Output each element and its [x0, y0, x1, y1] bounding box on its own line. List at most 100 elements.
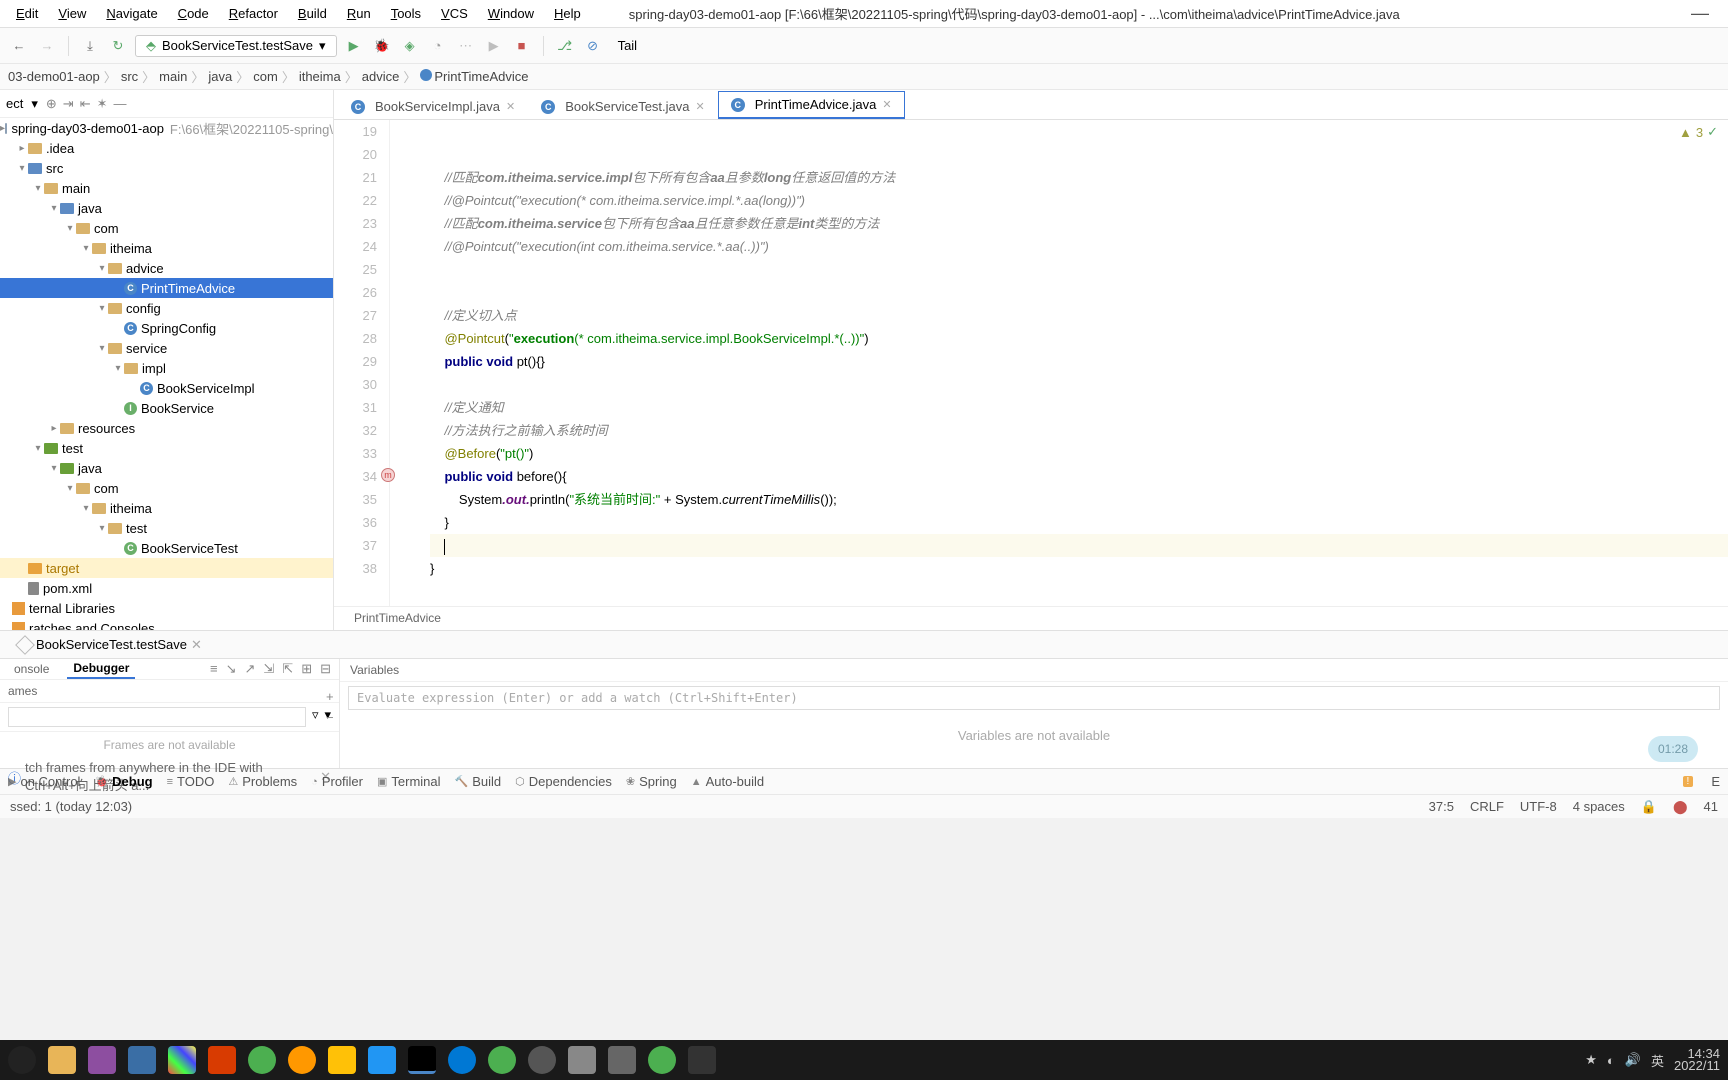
- menu-tools[interactable]: Tools: [383, 4, 429, 23]
- app-icon[interactable]: [168, 1046, 196, 1074]
- inspection-hints[interactable]: ▲ 3 ✓: [1679, 124, 1718, 140]
- menu-help[interactable]: Help: [546, 4, 589, 23]
- tree-item[interactable]: ▾itheima: [0, 498, 333, 518]
- event-badge[interactable]: !: [1683, 776, 1694, 787]
- expand-icon[interactable]: ⇤: [80, 96, 91, 112]
- bottom-tool-dependencies[interactable]: ⬡ Dependencies: [515, 774, 612, 789]
- project-tree[interactable]: ▸spring-day03-demo01-aopF:\66\框架\2022110…: [0, 118, 333, 630]
- filter-icon[interactable]: ▿: [312, 707, 319, 727]
- app-icon[interactable]: [608, 1046, 636, 1074]
- tray-icon[interactable]: 🔊: [1625, 1052, 1641, 1068]
- profile-button[interactable]: ◔: [427, 35, 449, 57]
- menu-code[interactable]: Code: [170, 4, 217, 23]
- tree-item[interactable]: ▾main: [0, 178, 333, 198]
- evaluate-icon[interactable]: ⊞: [301, 661, 312, 677]
- editor-tab[interactable]: CPrintTimeAdvice.java✕: [718, 91, 905, 119]
- tree-item[interactable]: ▾advice: [0, 258, 333, 278]
- app-icon[interactable]: [488, 1046, 516, 1074]
- breadcrumb-item[interactable]: itheima: [299, 69, 341, 84]
- back-button[interactable]: ←: [8, 35, 30, 57]
- remove-watch-icon[interactable]: −: [326, 710, 334, 725]
- close-icon[interactable]: ✕: [696, 100, 705, 113]
- bottom-tool-auto-build[interactable]: ▲ Auto-build: [691, 774, 764, 789]
- start-button[interactable]: [8, 1046, 36, 1074]
- app-icon[interactable]: [248, 1046, 276, 1074]
- tree-item[interactable]: ▾java: [0, 458, 333, 478]
- tree-item[interactable]: ▾com: [0, 478, 333, 498]
- explorer-icon[interactable]: [48, 1046, 76, 1074]
- tree-item[interactable]: ▸resources: [0, 418, 333, 438]
- run-to-cursor-icon[interactable]: ⇱: [282, 661, 293, 677]
- coverage-button[interactable]: ◈: [399, 35, 421, 57]
- tree-item[interactable]: CBookServiceImpl: [0, 378, 333, 398]
- step-out-icon[interactable]: ↗: [244, 661, 255, 677]
- tree-item[interactable]: ▾service: [0, 338, 333, 358]
- tree-item[interactable]: ▾src: [0, 158, 333, 178]
- tray-icon[interactable]: ★: [1585, 1052, 1597, 1068]
- app-icon[interactable]: [368, 1046, 396, 1074]
- bottom-tool-problems[interactable]: ⚠ Problems: [228, 774, 297, 789]
- settings-icon[interactable]: ⊟: [320, 661, 331, 677]
- bottom-tool-spring[interactable]: ❀ Spring: [626, 774, 677, 789]
- menu-window[interactable]: Window: [480, 4, 542, 23]
- git-button[interactable]: ⎇: [554, 35, 576, 57]
- tree-item[interactable]: ▸.idea: [0, 138, 333, 158]
- tree-item[interactable]: ratches and Consoles: [0, 618, 333, 630]
- run-button[interactable]: ▶: [343, 35, 365, 57]
- system-tray[interactable]: ★ ◐ 🔊 英 14:34 2022/11: [1585, 1048, 1720, 1072]
- edge-icon[interactable]: [448, 1046, 476, 1074]
- run-config-selector[interactable]: ⬘ BookServiceTest.testSave ▾: [135, 35, 337, 57]
- editor-tab[interactable]: CBookServiceImpl.java✕: [338, 93, 528, 119]
- taskbar-clock[interactable]: 14:34 2022/11: [1674, 1048, 1720, 1072]
- collapse-icon[interactable]: ⇥: [63, 96, 74, 112]
- tree-item[interactable]: ▾test: [0, 438, 333, 458]
- indent-setting[interactable]: 4 spaces: [1573, 799, 1625, 814]
- tree-item[interactable]: ▾java: [0, 198, 333, 218]
- debug-button[interactable]: 🐞: [371, 35, 393, 57]
- bottom-tool-debug[interactable]: 🐞 Debug: [94, 774, 152, 789]
- forward-button[interactable]: →: [36, 35, 58, 57]
- close-icon[interactable]: ✕: [882, 98, 891, 111]
- menu-refactor[interactable]: Refactor: [221, 4, 286, 23]
- menu-build[interactable]: Build: [290, 4, 335, 23]
- open-file-icon[interactable]: ⤓: [79, 35, 101, 57]
- tree-item[interactable]: ▾config: [0, 298, 333, 318]
- tree-item[interactable]: ▾test: [0, 518, 333, 538]
- add-watch-icon[interactable]: +: [326, 689, 334, 704]
- reload-icon[interactable]: ↻: [107, 35, 129, 57]
- tree-item[interactable]: target: [0, 558, 333, 578]
- menu-view[interactable]: View: [50, 4, 94, 23]
- tree-item[interactable]: ▾itheima: [0, 238, 333, 258]
- hide-icon[interactable]: —: [114, 96, 127, 112]
- console-tab[interactable]: onsole: [8, 660, 55, 678]
- tree-item[interactable]: CBookServiceTest: [0, 538, 333, 558]
- bottom-tool-profiler[interactable]: ◔ Profiler: [311, 774, 363, 789]
- menu-navigate[interactable]: Navigate: [98, 4, 165, 23]
- power-save-icon[interactable]: ⬤: [1673, 799, 1688, 815]
- tray-icon[interactable]: ◐: [1607, 1053, 1615, 1068]
- app-icon[interactable]: [88, 1046, 116, 1074]
- tree-item[interactable]: ▾com: [0, 218, 333, 238]
- tree-item[interactable]: pom.xml: [0, 578, 333, 598]
- editor-tab[interactable]: CBookServiceTest.java✕: [528, 93, 718, 119]
- evaluate-input[interactable]: Evaluate expression (Enter) or add a wat…: [348, 686, 1720, 710]
- bottom-tool-todo[interactable]: ≡ TODO: [167, 774, 215, 789]
- app-icon[interactable]: [128, 1046, 156, 1074]
- tree-item[interactable]: CSpringConfig: [0, 318, 333, 338]
- breadcrumb-item[interactable]: src: [121, 69, 138, 84]
- windows-taskbar[interactable]: ★ ◐ 🔊 英 14:34 2022/11: [0, 1040, 1728, 1080]
- caret-position[interactable]: 37:5: [1429, 799, 1454, 814]
- tree-item[interactable]: ▸spring-day03-demo01-aopF:\66\框架\2022110…: [0, 118, 333, 138]
- tree-item[interactable]: CPrintTimeAdvice: [0, 278, 333, 298]
- attach-button[interactable]: ⋯: [455, 35, 477, 57]
- file-encoding[interactable]: UTF-8: [1520, 799, 1557, 814]
- minimize-button[interactable]: —: [1680, 3, 1720, 24]
- app-icon[interactable]: [288, 1046, 316, 1074]
- locate-icon[interactable]: ⊕: [46, 96, 57, 112]
- intellij-icon[interactable]: [408, 1046, 436, 1074]
- menu-run[interactable]: Run: [339, 4, 379, 23]
- debugger-tab[interactable]: Debugger: [67, 659, 135, 679]
- frames-filter-input[interactable]: [8, 707, 306, 727]
- tree-item[interactable]: ▾impl: [0, 358, 333, 378]
- breadcrumb-item[interactable]: advice: [362, 69, 400, 84]
